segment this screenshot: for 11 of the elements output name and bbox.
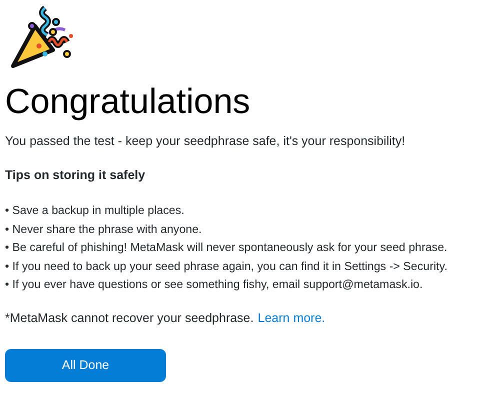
- tips-heading: Tips on storing it safely: [5, 168, 146, 182]
- all-done-button[interactable]: All Done: [5, 348, 166, 382]
- tip-text: • If you ever have questions or see something fishy, email support@metamask.io.: [5, 277, 424, 293]
- footnote-text: *MetaMask cannot recover your seedphrase.: [5, 310, 254, 324]
- intro-text: You passed the test - keep your seedphrase safe, it's your responsibility!: [5, 134, 406, 148]
- page-title: Congratulations: [5, 82, 252, 122]
- tip-text: • If you need to back up your seed phrase again, you can find it in Settings -> Security.: [5, 258, 448, 274]
- learn-more-link[interactable]: Learn more.: [258, 310, 326, 324]
- tip-text: • Never share the phrase with anyone.: [5, 222, 203, 238]
- tip-text: • Be careful of phishing! MetaMask will never spontaneously ask for your seed phrase.: [5, 240, 448, 256]
- tip-text: • Save a backup in multiple places.: [5, 203, 186, 219]
